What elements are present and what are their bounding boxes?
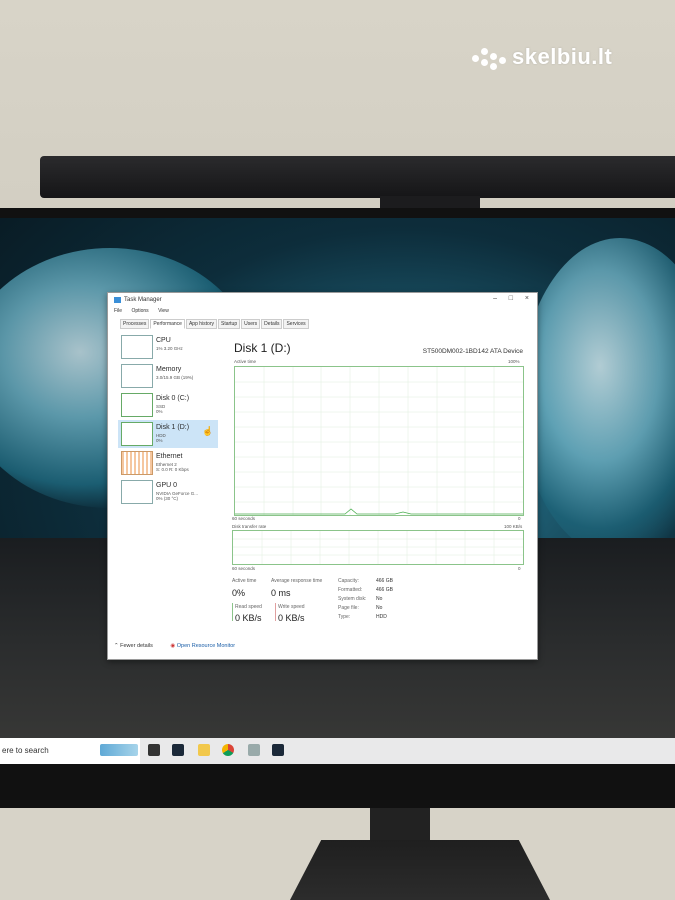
search-highlight-icon [100, 744, 138, 756]
sidebar-item-disk0[interactable]: Disk 0 (C:) SSD 0% [118, 391, 218, 419]
mouse-cursor-icon: ☝ [202, 426, 214, 436]
active-time-graph-svg [235, 367, 523, 515]
tab-performance[interactable]: Performance [150, 319, 185, 329]
sidebar-item-label: Memory [156, 366, 182, 373]
prop-type-value: HDD [376, 614, 387, 620]
stat-avg-resp-value: 0 ms [271, 588, 291, 598]
fewer-details-button[interactable]: ⌃ Fewer details [114, 643, 153, 649]
transfer-graph-label: Disk transfer rate [232, 524, 267, 529]
prop-system-disk-value: No [376, 596, 383, 602]
watermark-text: skelbiu.lt [512, 44, 613, 69]
gpu-thumbnail [121, 480, 153, 504]
sidebar-item-ethernet[interactable]: Ethernet Ethernet 2 S: 0.0 R: 0 Kbps [118, 449, 218, 477]
stat-write-value: 0 KB/s [278, 613, 305, 623]
steam-icon[interactable] [172, 744, 184, 756]
active-time-graph-label: Active time [234, 359, 257, 364]
file-explorer-icon[interactable] [198, 744, 210, 756]
menu-file[interactable]: File [114, 308, 122, 314]
disk0-thumbnail [121, 393, 153, 417]
tab-processes[interactable]: Processes [120, 319, 150, 329]
prop-page-file-value: No [376, 605, 383, 611]
transfer-rate-graph [232, 530, 524, 565]
prop-type-label: Type: [338, 614, 351, 620]
prop-capacity-value: 466 GB [376, 578, 393, 584]
menu-view[interactable]: View [158, 308, 169, 314]
resource-monitor-icon: ◉ [170, 643, 176, 649]
prop-page-file-label: Page file: [338, 605, 359, 611]
sidebar-item-label: Disk 0 (C:) [156, 395, 190, 402]
sidebar-item-memory[interactable]: Memory 3.0/15.9 GB (19%) [118, 362, 218, 390]
graph-time-right: 0 [518, 516, 521, 521]
chrome-icon[interactable] [222, 744, 234, 756]
graph-time-left: 60 seconds [232, 516, 256, 521]
sidebar-item-cpu[interactable]: CPU 1% 3.20 GHz [118, 333, 218, 361]
resource-sidebar: CPU 1% 3.20 GHz Memory 3.0/15.9 GB (19%)… [118, 331, 218, 631]
write-divider [275, 603, 276, 621]
sidebar-item-label: CPU [156, 337, 171, 344]
close-icon[interactable]: × [525, 295, 529, 302]
sidebar-item-label: Disk 1 (D:) [156, 424, 190, 431]
sidebar-item-sub: HDD 0% [156, 433, 166, 443]
task-manager-window: Task Manager – □ × File Options View Pro… [107, 292, 538, 660]
fewer-details-label: Fewer details [120, 643, 153, 649]
footer: ⌃ Fewer details ◉ Open Resource Monitor [114, 643, 235, 649]
tab-startup[interactable]: Startup [217, 319, 241, 329]
transfer-graph-svg [233, 531, 523, 564]
active-time-graph [234, 366, 524, 516]
main-title: Disk 1 (D:) [234, 341, 291, 355]
sidebar-item-disk1[interactable]: Disk 1 (D:) HDD 0% ☝ [118, 420, 218, 448]
disk1-thumbnail [121, 422, 153, 446]
ethernet-thumbnail [121, 451, 153, 475]
stat-active-time-label: Active time [232, 578, 257, 584]
watermark-logo-icon [472, 45, 506, 71]
monitor-lightbar [40, 156, 675, 198]
transfer-time-right: 0 [518, 566, 521, 571]
task-view-icon[interactable] [148, 744, 160, 756]
tab-app-history[interactable]: App history [185, 319, 217, 329]
resource-monitor-link[interactable]: ◉ Open Resource Monitor [170, 643, 235, 649]
task-manager-icon[interactable] [248, 744, 260, 756]
stat-active-time-value: 0% [232, 588, 246, 598]
sidebar-item-label: Ethernet [156, 453, 183, 460]
watermark: skelbiu.lt [472, 44, 612, 71]
transfer-time-left: 60 seconds [232, 566, 256, 571]
transfer-max-label: 100 KB/s [504, 524, 523, 529]
prop-formatted-value: 466 GB [376, 587, 393, 593]
monitor-stand-foot [290, 840, 550, 900]
sidebar-item-gpu[interactable]: GPU 0 NVIDIA GeForce G... 0% (30 °C) [118, 478, 218, 506]
prop-system-disk-label: System disk: [338, 596, 367, 602]
tab-services[interactable]: Services [283, 319, 309, 329]
stat-avg-resp-label: Average response time [271, 578, 323, 584]
taskbar: ere to search [0, 738, 675, 764]
steam-icon[interactable] [272, 744, 284, 756]
task-manager-icon [114, 297, 121, 303]
tab-bar: Processes Performance App history Startup Us… [120, 319, 310, 329]
tab-details[interactable]: Details [261, 319, 283, 329]
sidebar-item-sub: 1% 3.20 GHz [156, 346, 183, 351]
title-bar: Task Manager – □ × [108, 293, 537, 307]
menu-options[interactable]: Options [131, 308, 148, 314]
sidebar-item-sub: Ethernet 2 S: 0.0 R: 0 Kbps [156, 462, 189, 472]
stat-write-label: Write speed [278, 604, 305, 610]
minimize-icon[interactable]: – [493, 295, 497, 302]
sidebar-item-sub: 3.0/15.9 GB (19%) [156, 375, 194, 380]
maximize-icon[interactable]: □ [509, 295, 513, 302]
stat-read-value: 0 KB/s [235, 613, 262, 623]
memory-thumbnail [121, 364, 153, 388]
resource-monitor-label: Open Resource Monitor [176, 643, 236, 649]
sidebar-item-sub: NVIDIA GeForce G... 0% (30 °C) [156, 491, 199, 501]
wallpaper-wave [520, 238, 675, 558]
active-time-max-label: 100% [508, 359, 520, 364]
sidebar-item-sub: SSD 0% [156, 404, 166, 414]
sidebar-item-label: GPU 0 [156, 482, 178, 489]
menu-bar: File Options View [114, 308, 177, 314]
tab-users[interactable]: Users [241, 319, 261, 329]
prop-formatted-label: Formatted: [338, 587, 363, 593]
window-title: Task Manager [124, 297, 162, 303]
prop-capacity-label: Capacity: [338, 578, 359, 584]
stat-read-label: Read speed [235, 604, 262, 610]
device-name: ST500DM002-1BD142 ATA Device [422, 348, 523, 355]
read-divider [232, 603, 233, 621]
cpu-thumbnail [121, 335, 153, 359]
